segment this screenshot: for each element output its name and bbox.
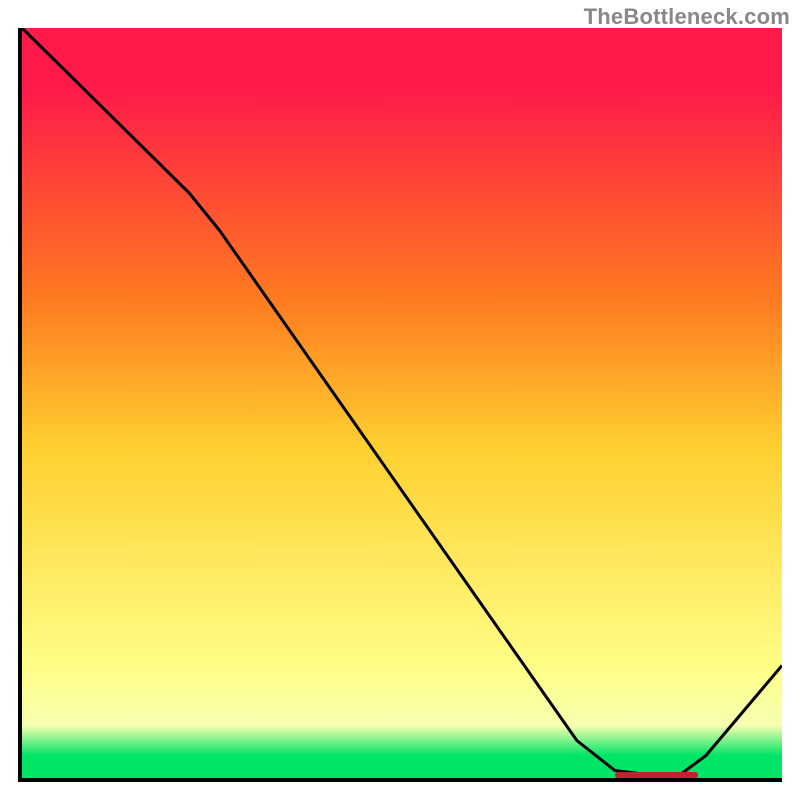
bottleneck-curve bbox=[22, 28, 782, 778]
chart-frame bbox=[18, 28, 782, 782]
optimal-marker bbox=[615, 772, 699, 778]
x-axis bbox=[18, 778, 782, 782]
source-label: TheBottleneck.com bbox=[584, 4, 790, 30]
plot-area bbox=[22, 28, 782, 778]
